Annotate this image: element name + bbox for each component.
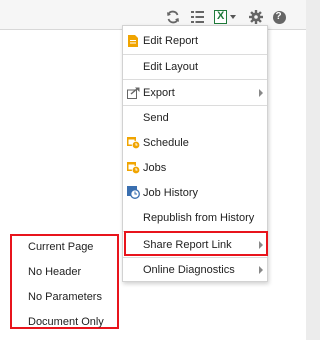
- menu-item-send[interactable]: Send: [123, 106, 267, 130]
- menu-item-label: Edit Report: [143, 35, 199, 47]
- menu-item-jobs[interactable]: Jobs: [123, 155, 267, 180]
- history-icon: [126, 186, 140, 200]
- menu-item-label: Share Report Link: [143, 238, 232, 251]
- calendar-clock-icon: [126, 161, 140, 175]
- list-icon[interactable]: [190, 9, 204, 25]
- menu-item-online-diagnostics[interactable]: Online Diagnostics: [123, 258, 267, 281]
- calendar-clock-icon: [126, 136, 140, 150]
- excel-letter: X: [217, 10, 225, 22]
- submenu-item-no-header[interactable]: No Header: [28, 266, 81, 278]
- menu-item-label: Schedule: [143, 136, 189, 149]
- submenu-item-document-only[interactable]: Document Only: [28, 316, 104, 328]
- menu-item-schedule[interactable]: Schedule: [123, 130, 267, 155]
- help-letter: ?: [275, 11, 282, 22]
- refresh-icon[interactable]: [165, 9, 181, 25]
- share-report-link-submenu: Current Page No Header No Parameters Doc…: [10, 234, 119, 329]
- submenu-item-no-parameters[interactable]: No Parameters: [28, 291, 102, 303]
- report-options-menu: Edit Report Edit Layout Export Send Sche…: [122, 25, 268, 282]
- menu-item-job-history[interactable]: Job History: [123, 180, 267, 205]
- submenu-item-current-page[interactable]: Current Page: [28, 241, 93, 253]
- menu-item-edit-layout[interactable]: Edit Layout: [123, 55, 267, 79]
- help-icon[interactable]: ?: [272, 9, 286, 25]
- menu-item-label: Job History: [143, 186, 199, 199]
- menu-item-edit-report[interactable]: Edit Report: [123, 29, 267, 53]
- menu-item-export[interactable]: Export: [123, 80, 267, 105]
- menu-item-label: Online Diagnostics: [143, 263, 235, 276]
- menu-item-label: Edit Layout: [143, 61, 199, 73]
- menu-item-share-report-link[interactable]: Share Report Link: [123, 232, 267, 257]
- menu-item-label: Jobs: [143, 161, 167, 174]
- menu-item-label: Republish from History: [143, 211, 255, 224]
- excel-icon[interactable]: X: [214, 9, 238, 25]
- document-icon: [126, 34, 140, 48]
- submenu-arrow-icon: [259, 265, 263, 274]
- export-icon: [126, 86, 140, 100]
- gear-icon[interactable]: [249, 9, 263, 25]
- submenu-arrow-icon: [259, 88, 263, 97]
- submenu-arrow-icon: [259, 240, 263, 249]
- menu-item-label: Send: [143, 112, 169, 124]
- menu-item-republish-from-history[interactable]: Republish from History: [123, 205, 267, 230]
- menu-item-label: Export: [143, 86, 175, 99]
